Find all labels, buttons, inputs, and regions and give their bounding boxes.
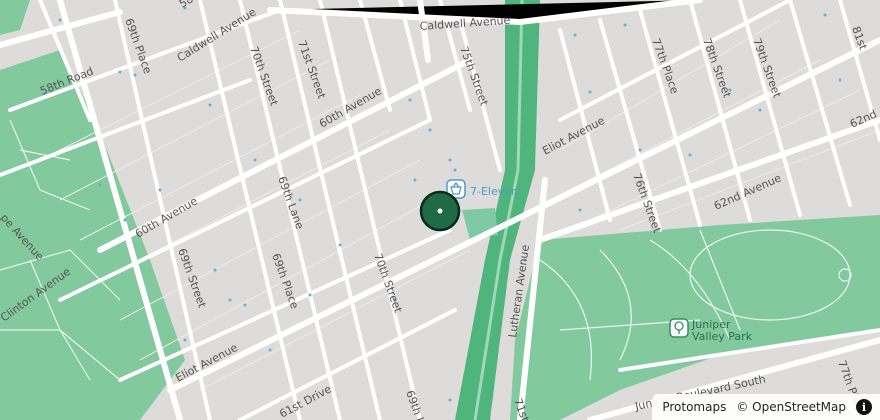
map-attribution: Protomaps © OpenStreetMap i [652, 394, 880, 420]
map-view[interactable]: Caldwell Avenue Caldwell Avenue 58th Roa… [0, 0, 880, 420]
location-marker[interactable] [419, 190, 461, 232]
info-icon[interactable]: i [856, 399, 872, 415]
attribution-osm-link[interactable]: © OpenStreetMap [736, 400, 846, 414]
location-marker-center [437, 208, 443, 214]
park-label-line2: Valley Park [692, 330, 753, 343]
map-canvas[interactable]: Caldwell Avenue Caldwell Avenue 58th Roa… [0, 0, 880, 420]
poi-label-seven-eleven: 7-Eleven [470, 185, 518, 198]
attribution-protomaps-link[interactable]: Protomaps [662, 400, 726, 414]
